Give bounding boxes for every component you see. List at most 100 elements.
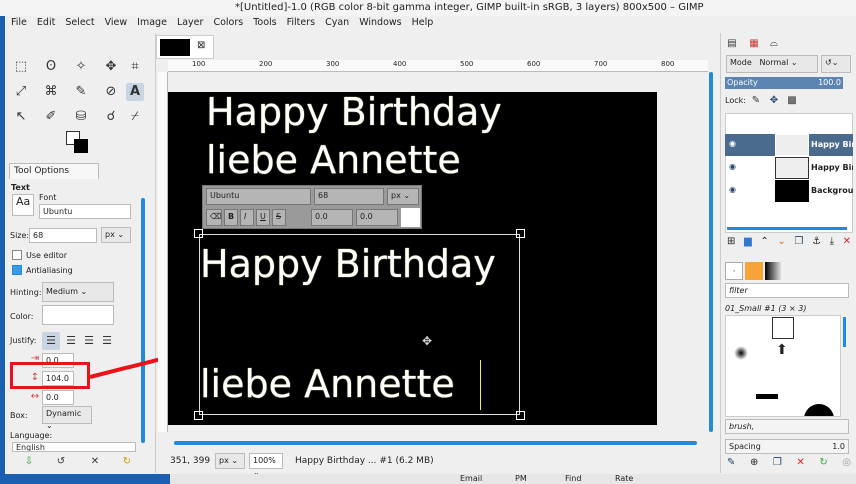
text-tool-icon[interactable]: A xyxy=(126,83,144,101)
layers-tab-icon[interactable]: ▤ xyxy=(723,35,741,53)
brush-filter-input[interactable]: filter xyxy=(725,283,849,298)
transform-icon[interactable]: ⤢ xyxy=(12,83,30,101)
layer-row[interactable]: ◉ Background xyxy=(725,180,853,202)
font-preview-button[interactable]: Aa xyxy=(12,194,34,216)
resize-handle[interactable] xyxy=(194,411,203,420)
visibility-eye-icon[interactable]: ◉ xyxy=(729,162,736,171)
layers-hscrollbar[interactable] xyxy=(727,227,847,230)
gradients-tab-icon[interactable] xyxy=(765,262,783,280)
channels-tab-icon[interactable]: ▦ xyxy=(745,35,763,53)
unit-select[interactable]: px ⌄ xyxy=(101,227,131,243)
brush-item-selected[interactable] xyxy=(772,317,794,339)
new-brush-icon[interactable]: ⊕ xyxy=(750,457,758,468)
composite-select[interactable]: ↺⌄ xyxy=(821,55,851,73)
lock-pixels-icon[interactable]: ✎ xyxy=(747,92,765,110)
status-unit-select[interactable]: px ⌄ xyxy=(215,453,245,469)
duplicate-brush-icon[interactable]: ❐ xyxy=(773,457,782,468)
baseline-input[interactable]: 0.0 xyxy=(311,209,353,226)
opacity-slider[interactable]: Opacity 100.0 xyxy=(725,77,843,89)
menu-windows[interactable]: Windows xyxy=(354,16,406,32)
move-icon[interactable]: ✥ xyxy=(102,58,120,76)
refresh-brushes-icon[interactable]: ↻ xyxy=(819,457,827,468)
save-options-icon[interactable]: ⇩ xyxy=(20,453,38,471)
smudge-icon[interactable]: ☌ xyxy=(102,108,120,126)
menu-colors[interactable]: Colors xyxy=(208,16,248,32)
overlay-color-button[interactable] xyxy=(401,208,420,227)
dodge-icon[interactable]: ⌿ xyxy=(126,108,144,126)
menu-select[interactable]: Select xyxy=(60,16,99,32)
anchor-layer-icon[interactable]: ⚓ xyxy=(812,236,821,247)
hinting-select[interactable]: Medium ⌄ xyxy=(42,282,114,302)
underline-button[interactable]: U xyxy=(256,209,270,226)
delete-options-icon[interactable]: ✕ xyxy=(86,453,104,471)
layer-row[interactable]: ◉ Happy Birthday xyxy=(725,134,853,156)
paths-tab-icon[interactable]: ⌓ xyxy=(765,35,783,53)
menu-image[interactable]: Image xyxy=(132,16,172,32)
lower-layer-icon[interactable]: ⌄ xyxy=(777,236,785,247)
use-editor-checkbox[interactable] xyxy=(12,250,22,260)
spacing-slider[interactable]: Spacing 1.0 xyxy=(725,439,849,454)
image-tab[interactable]: ⊠ xyxy=(156,35,214,59)
menu-edit[interactable]: Edit xyxy=(32,16,60,32)
menu-cyan[interactable]: Cyan xyxy=(320,16,354,32)
restore-options-icon[interactable]: ↺ xyxy=(52,453,70,471)
close-tab-icon[interactable]: ⊠ xyxy=(197,40,205,51)
bold-button[interactable]: B xyxy=(224,209,238,226)
foreground-color-swatch[interactable] xyxy=(74,139,88,153)
kerning-input[interactable]: 0.0 xyxy=(356,209,398,226)
taskbar-pm[interactable]: PM xyxy=(515,474,527,483)
paint-icon[interactable]: ↖ xyxy=(12,108,30,126)
paths-icon[interactable]: ✎ xyxy=(72,83,90,101)
menu-filters[interactable]: Filters xyxy=(282,16,320,32)
brush-item[interactable] xyxy=(756,394,778,399)
mode-select[interactable]: Mode Normal ⌄ xyxy=(726,55,818,73)
menu-view[interactable]: View xyxy=(100,16,133,32)
strikethrough-button[interactable]: S xyxy=(272,209,286,226)
delete-brush-icon[interactable]: ✕ xyxy=(796,457,804,468)
taskbar-email[interactable]: Email xyxy=(460,474,482,483)
visibility-eye-icon[interactable]: ◉ xyxy=(729,185,736,194)
layer-row[interactable]: ◉ Happy Birthday xyxy=(725,157,853,179)
brushes-tab-icon[interactable]: · xyxy=(725,262,743,280)
brush-scrollbar[interactable] xyxy=(843,317,846,347)
menu-tools[interactable]: Tools xyxy=(248,16,281,32)
color-picker-icon[interactable]: ⊘ xyxy=(102,83,120,101)
zoom-select[interactable]: 100% ⌄ xyxy=(249,453,283,477)
size-input[interactable]: 68 xyxy=(29,228,97,243)
fuzzy-select-icon[interactable]: ✧ xyxy=(72,58,90,76)
lock-alpha-icon[interactable]: ▩ xyxy=(783,92,801,110)
overlay-size-input[interactable]: 68 xyxy=(314,188,384,205)
rect-select-icon[interactable]: ⬚ xyxy=(12,58,30,76)
new-group-icon[interactable]: ▆ xyxy=(744,236,752,247)
raise-layer-icon[interactable]: ⌃ xyxy=(760,236,768,247)
justify-left-icon[interactable]: ☰ xyxy=(42,332,60,350)
horizontal-scrollbar[interactable] xyxy=(174,441,697,445)
resize-handle[interactable] xyxy=(516,411,525,420)
duplicate-layer-icon[interactable]: ❐ xyxy=(794,236,803,247)
eraser-icon[interactable]: ✐ xyxy=(42,108,60,126)
reset-options-icon[interactable]: ↻ xyxy=(118,453,136,471)
warp-icon[interactable]: ⌘ xyxy=(42,83,60,101)
tab-tool-options[interactable]: Tool Options xyxy=(9,163,99,179)
crop-icon[interactable]: ⌗ xyxy=(126,58,144,76)
vertical-scrollbar[interactable] xyxy=(709,72,713,432)
visibility-eye-icon[interactable]: ◉ xyxy=(729,139,736,148)
delete-layer-icon[interactable]: ✕ xyxy=(843,236,851,247)
text-box-frame[interactable] xyxy=(194,229,525,420)
justify-right-icon[interactable]: ☰ xyxy=(62,332,80,350)
clone-icon[interactable]: ⛁ xyxy=(72,108,90,126)
font-input[interactable]: Ubuntu xyxy=(39,204,131,219)
brush-item[interactable] xyxy=(804,404,834,416)
antialiasing-checkbox[interactable] xyxy=(12,265,22,275)
box-select[interactable]: Dynamic ⌄ xyxy=(42,406,92,430)
italic-button[interactable]: I xyxy=(240,209,254,226)
new-layer-icon[interactable]: ⊞ xyxy=(727,236,735,247)
menu-layer[interactable]: Layer xyxy=(172,16,209,32)
open-brush-icon[interactable]: ◎ xyxy=(842,457,851,468)
letter-spacing-input[interactable]: 0.0 xyxy=(42,390,74,405)
brush-item[interactable]: ⬆ xyxy=(776,342,788,358)
brush-tag-input[interactable]: brush, xyxy=(725,419,849,434)
resize-handle[interactable] xyxy=(516,229,525,238)
overlay-font-input[interactable]: Ubuntu xyxy=(206,188,311,205)
patterns-tab-icon[interactable] xyxy=(745,262,763,280)
